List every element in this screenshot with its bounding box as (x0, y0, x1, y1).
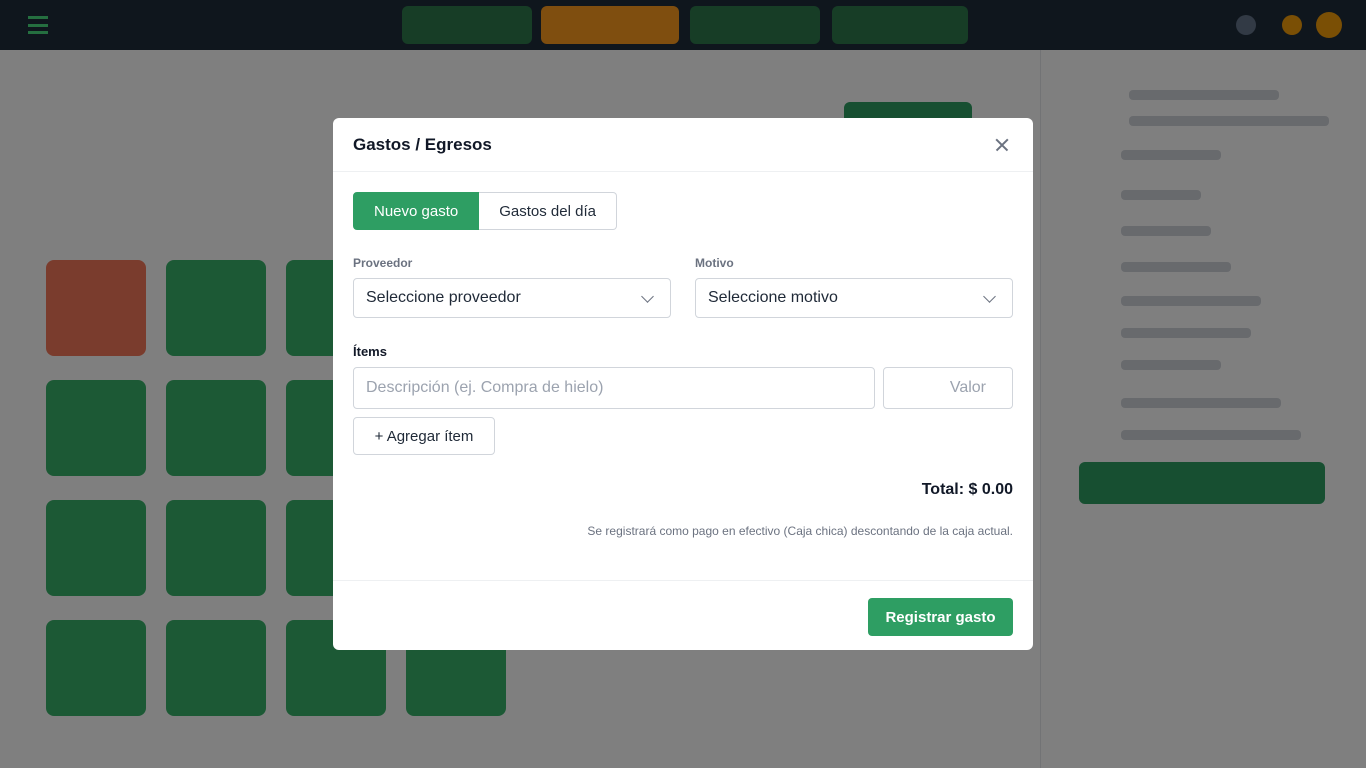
add-item-button[interactable]: + Agregar ítem (353, 417, 495, 455)
modal-tabs: Nuevo gasto Gastos del día (353, 192, 617, 230)
item-description-input[interactable] (353, 367, 875, 409)
tab-nuevo-gasto[interactable]: Nuevo gasto (353, 192, 480, 230)
total-amount: Total: $ 0.00 (921, 481, 1013, 498)
motivo-select[interactable]: Seleccione motivo (695, 278, 1013, 318)
register-expense-button[interactable]: Registrar gasto (868, 598, 1013, 636)
items-label: Ítems (353, 344, 387, 359)
motivo-label: Motivo (695, 256, 734, 270)
motivo-select-value: Seleccione motivo (708, 289, 838, 306)
tab-gastos-del-dia[interactable]: Gastos del día (479, 192, 617, 230)
chevron-down-icon (983, 290, 996, 303)
proveedor-label: Proveedor (353, 256, 413, 270)
close-icon[interactable] (991, 134, 1013, 156)
modal-title: Gastos / Egresos (353, 135, 492, 154)
payment-note: Se registrará como pago en efectivo (Caj… (587, 524, 1013, 538)
proveedor-select-value: Seleccione proveedor (366, 289, 521, 306)
chevron-down-icon (641, 290, 654, 303)
item-value-input[interactable] (883, 367, 1013, 409)
modal-footer: Registrar gasto (333, 580, 1033, 650)
modal-header: Gastos / Egresos (333, 118, 1033, 172)
expenses-modal: Gastos / Egresos Nuevo gasto Gastos del … (333, 118, 1033, 650)
proveedor-select[interactable]: Seleccione proveedor (353, 278, 671, 318)
